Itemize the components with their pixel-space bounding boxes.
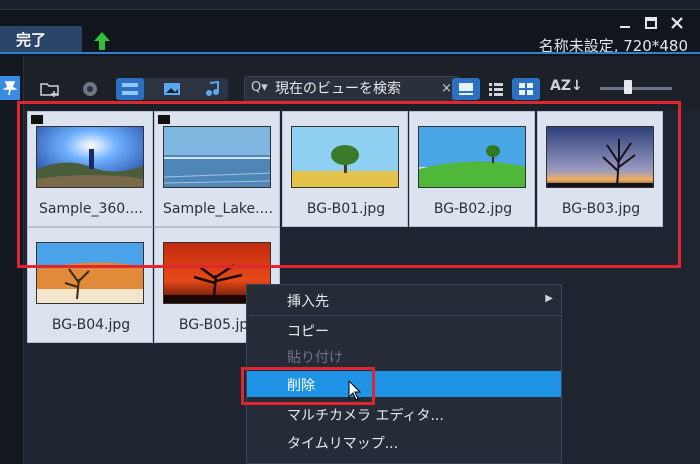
media-tile[interactable]: Sample_360.... xyxy=(27,111,153,227)
thumbnail-size-slider[interactable] xyxy=(600,87,672,90)
media-tile[interactable]: Sample_Lake.... xyxy=(154,111,280,227)
left-panel-strip xyxy=(0,56,24,464)
media-filename: BG-B01.jpg xyxy=(306,201,386,217)
thumbnail-image xyxy=(36,126,144,188)
maximize-icon[interactable] xyxy=(644,15,658,29)
aperture-icon xyxy=(83,82,97,96)
list-icon xyxy=(489,83,503,96)
video-badge-icon xyxy=(157,114,171,125)
close-icon[interactable] xyxy=(670,15,684,29)
music-note-icon xyxy=(206,81,219,96)
title-bar: 完了 名称未設定, 720*480 xyxy=(0,0,700,56)
folder-add-icon xyxy=(40,83,59,97)
image-icon xyxy=(164,83,180,95)
list-view-button[interactable] xyxy=(482,78,510,100)
accent-line xyxy=(0,52,700,54)
menu-item-copy[interactable]: コピー xyxy=(247,317,561,343)
pin-icon[interactable] xyxy=(0,76,20,100)
thumbnail-image xyxy=(291,126,399,188)
image-filter-button[interactable] xyxy=(158,78,186,100)
film-icon xyxy=(122,83,138,95)
search-input[interactable] xyxy=(275,79,425,99)
thumbnail-image xyxy=(418,126,526,188)
large-thumbnail-icon xyxy=(459,83,473,95)
capture-button[interactable] xyxy=(76,78,104,100)
thumbnail-image xyxy=(36,242,144,304)
context-menu: 挿入先 ▶ コピー 貼り付け 削除 マルチカメラ エディタ... タイムリマップ… xyxy=(246,284,562,464)
library-toolbar: Q▾ × AZ↓ xyxy=(24,68,700,110)
menu-item-multicam-editor[interactable]: マルチカメラ エディタ... xyxy=(247,401,561,427)
search-box: Q▾ × xyxy=(244,76,460,102)
thumbnail-image xyxy=(546,126,654,188)
menu-item-insert-to[interactable]: 挿入先 ▶ xyxy=(247,287,561,313)
large-thumbnail-view-button[interactable] xyxy=(452,78,480,100)
menu-item-label: 挿入先 xyxy=(287,294,329,310)
thumbnail-image xyxy=(163,126,271,188)
menu-item-delete[interactable]: 削除 xyxy=(247,371,561,397)
menu-item-label: タイムリマップ... xyxy=(287,436,399,452)
top-strip xyxy=(0,0,700,10)
window-controls xyxy=(618,15,684,29)
media-tile[interactable]: BG-B01.jpg xyxy=(282,111,408,227)
menu-item-time-remap[interactable]: タイムリマップ... xyxy=(247,429,561,455)
media-tile[interactable]: BG-B02.jpg xyxy=(409,111,535,227)
menu-item-paste[interactable]: 貼り付け xyxy=(247,343,561,369)
done-tab[interactable]: 完了 xyxy=(0,26,82,52)
upload-arrow-icon[interactable] xyxy=(93,31,111,51)
video-badge-icon xyxy=(30,114,44,125)
media-tile[interactable]: BG-B04.jpg xyxy=(27,227,153,343)
menu-item-label: 削除 xyxy=(287,378,315,394)
search-icon[interactable]: Q▾ xyxy=(251,80,268,95)
menu-item-label: 貼り付け xyxy=(287,350,343,366)
media-filename: BG-B03.jpg xyxy=(561,201,641,217)
media-filename: BG-B02.jpg xyxy=(433,201,513,217)
grid-icon xyxy=(519,83,533,95)
menu-separator xyxy=(249,315,561,316)
audio-filter-button[interactable] xyxy=(198,78,226,100)
clear-search-icon[interactable]: × xyxy=(441,81,452,96)
menu-item-label: マルチカメラ エディタ... xyxy=(287,408,444,424)
media-filename: Sample_360.... xyxy=(38,201,143,217)
video-filter-button[interactable] xyxy=(116,78,144,100)
media-filename: Sample_Lake.... xyxy=(163,201,273,217)
media-filename: BG-B04.jpg xyxy=(51,317,131,333)
submenu-arrow-icon: ▶ xyxy=(545,293,553,304)
menu-item-label: コピー xyxy=(287,324,329,340)
add-folder-button[interactable] xyxy=(36,78,64,100)
media-tile[interactable]: BG-B03.jpg xyxy=(537,111,663,227)
mouse-cursor-icon xyxy=(348,380,362,401)
small-thumbnail-view-button[interactable] xyxy=(512,78,540,100)
sort-button[interactable]: AZ↓ xyxy=(550,78,583,94)
minimize-icon[interactable] xyxy=(618,15,632,29)
thumbnail-size-slider-thumb[interactable] xyxy=(624,80,632,94)
